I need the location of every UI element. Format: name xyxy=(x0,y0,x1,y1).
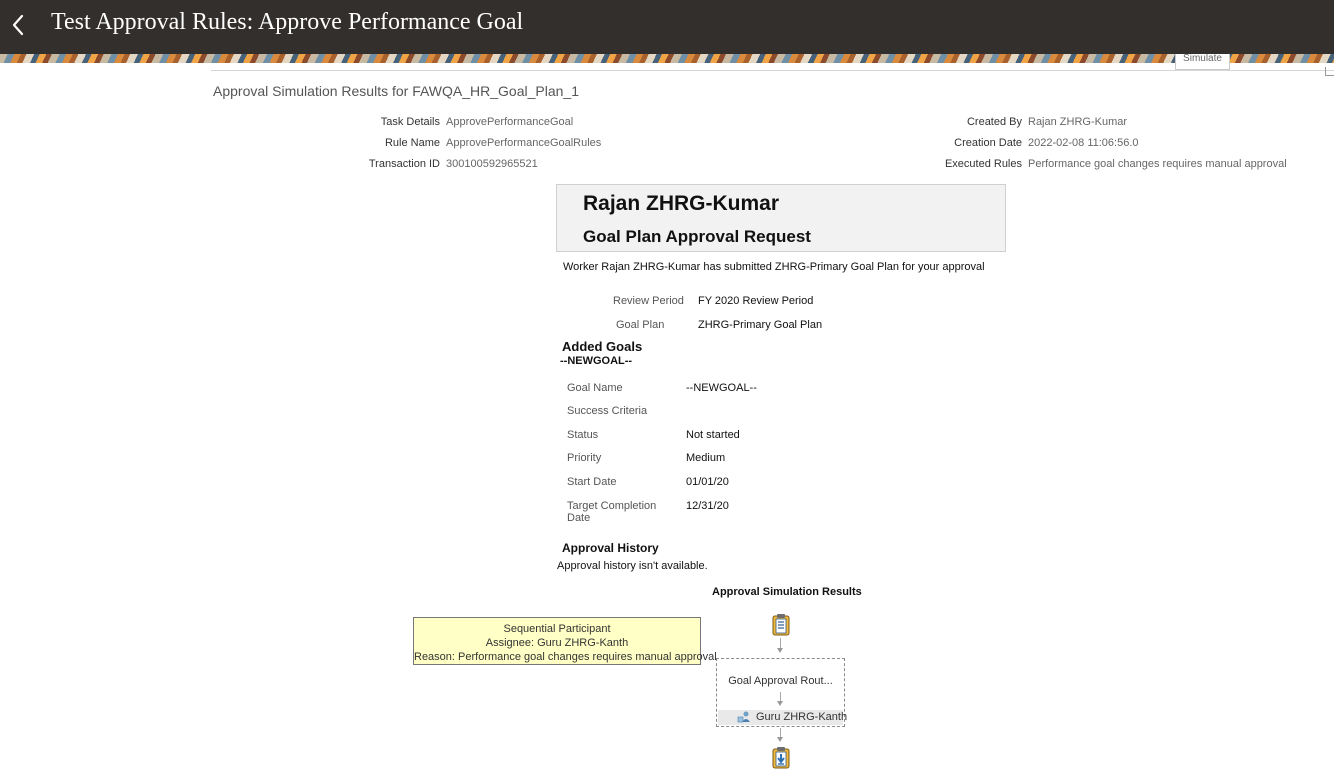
chevron-left-icon xyxy=(12,14,24,36)
target-completion-label-wrap: Date xyxy=(567,512,591,524)
target-completion-label: Target Completion xyxy=(567,500,657,512)
approval-stage-box[interactable]: Goal Approval Rout... Guru ZHRG-Kanth xyxy=(716,658,847,727)
user-icon xyxy=(737,711,750,723)
collapse-corner-icon[interactable] xyxy=(1325,67,1334,76)
tooltip-line-type: Sequential Participant xyxy=(503,623,611,635)
target-completion-value: 12/31/20 xyxy=(686,500,729,512)
transaction-id-label: Transaction ID xyxy=(368,158,440,170)
flow-connector xyxy=(780,638,781,648)
transaction-id-value: 300100592965521 xyxy=(446,158,538,170)
start-date-value: 01/01/20 xyxy=(686,476,729,488)
simulate-tab[interactable]: Simulate xyxy=(1175,54,1230,70)
executed-rules-label: Executed Rules xyxy=(944,158,1022,170)
goal-title: --NEWGOAL-- xyxy=(560,355,633,367)
participant-tooltip: Sequential Participant Assignee: Guru ZH… xyxy=(413,617,717,665)
approval-history-heading: Approval History xyxy=(562,541,659,555)
status-label: Status xyxy=(567,429,599,441)
stage-label: Goal Approval Rout... xyxy=(728,675,833,687)
task-details-label: Task Details xyxy=(380,116,440,128)
priority-value: Medium xyxy=(686,452,726,464)
created-by-label: Created By xyxy=(966,116,1022,128)
status-value: Not started xyxy=(686,429,740,441)
creation-date-label: Creation Date xyxy=(954,137,1022,149)
approval-history-text: Approval history isn't available. xyxy=(557,560,708,572)
flow-arrow-inner xyxy=(777,701,783,706)
simulation-heading: Approval Simulation Results xyxy=(712,586,862,598)
flow-arrow-end xyxy=(777,737,783,742)
goal-name-value: --NEWGOAL-- xyxy=(686,382,757,394)
back-button[interactable] xyxy=(0,0,36,50)
added-goals-heading: Added Goals xyxy=(562,339,643,354)
goal-plan-value: ZHRG-Primary Goal Plan xyxy=(698,319,823,331)
participant-name: Guru ZHRG-Kanth xyxy=(756,711,848,723)
rule-name-label: Rule Name xyxy=(384,137,440,149)
decorative-banner xyxy=(0,54,1334,63)
goal-name-label: Goal Name xyxy=(567,382,623,394)
tooltip-line-assignee: Assignee: Guru ZHRG-Kanth xyxy=(485,637,629,649)
divider xyxy=(211,70,1334,71)
participant-row[interactable]: Guru ZHRG-Kanth xyxy=(718,710,847,725)
flow-arrow xyxy=(777,648,783,653)
worker-name: Rajan ZHRG-Kumar xyxy=(583,192,780,215)
creation-date-value: 2022-02-08 11:06:56.0 xyxy=(1028,137,1139,149)
clipboard-download-icon[interactable] xyxy=(771,746,791,769)
clipboard-list-icon[interactable] xyxy=(771,613,791,636)
tooltip-line-reason: Reason: Performance goal changes require… xyxy=(414,651,717,663)
review-period-value: FY 2020 Review Period xyxy=(698,295,814,307)
notification-message: Worker Rajan ZHRG-Kumar has submitted ZH… xyxy=(563,261,985,273)
results-heading: Approval Simulation Results for FAWQA_HR… xyxy=(213,83,579,99)
page-header: Test Approval Rules: Approve Performance… xyxy=(0,0,1334,54)
executed-rules-value: Performance goal changes requires manual… xyxy=(1028,158,1287,170)
rule-name-value: ApprovePerformanceGoalRules xyxy=(446,137,602,149)
notification-card: Rajan ZHRG-Kumar Goal Plan Approval Requ… xyxy=(556,184,1006,252)
start-date-label: Start Date xyxy=(567,476,617,488)
success-criteria-label: Success Criteria xyxy=(567,405,648,417)
task-details-value: ApprovePerformanceGoal xyxy=(446,116,574,128)
priority-label: Priority xyxy=(567,452,602,464)
goal-plan-label: Goal Plan xyxy=(616,319,665,331)
created-by-value: Rajan ZHRG-Kumar xyxy=(1028,116,1128,128)
request-subtitle: Goal Plan Approval Request xyxy=(583,227,811,246)
review-period-label: Review Period xyxy=(613,295,684,307)
flow-connector-end xyxy=(780,728,781,737)
page-title: Test Approval Rules: Approve Performance… xyxy=(51,9,524,35)
